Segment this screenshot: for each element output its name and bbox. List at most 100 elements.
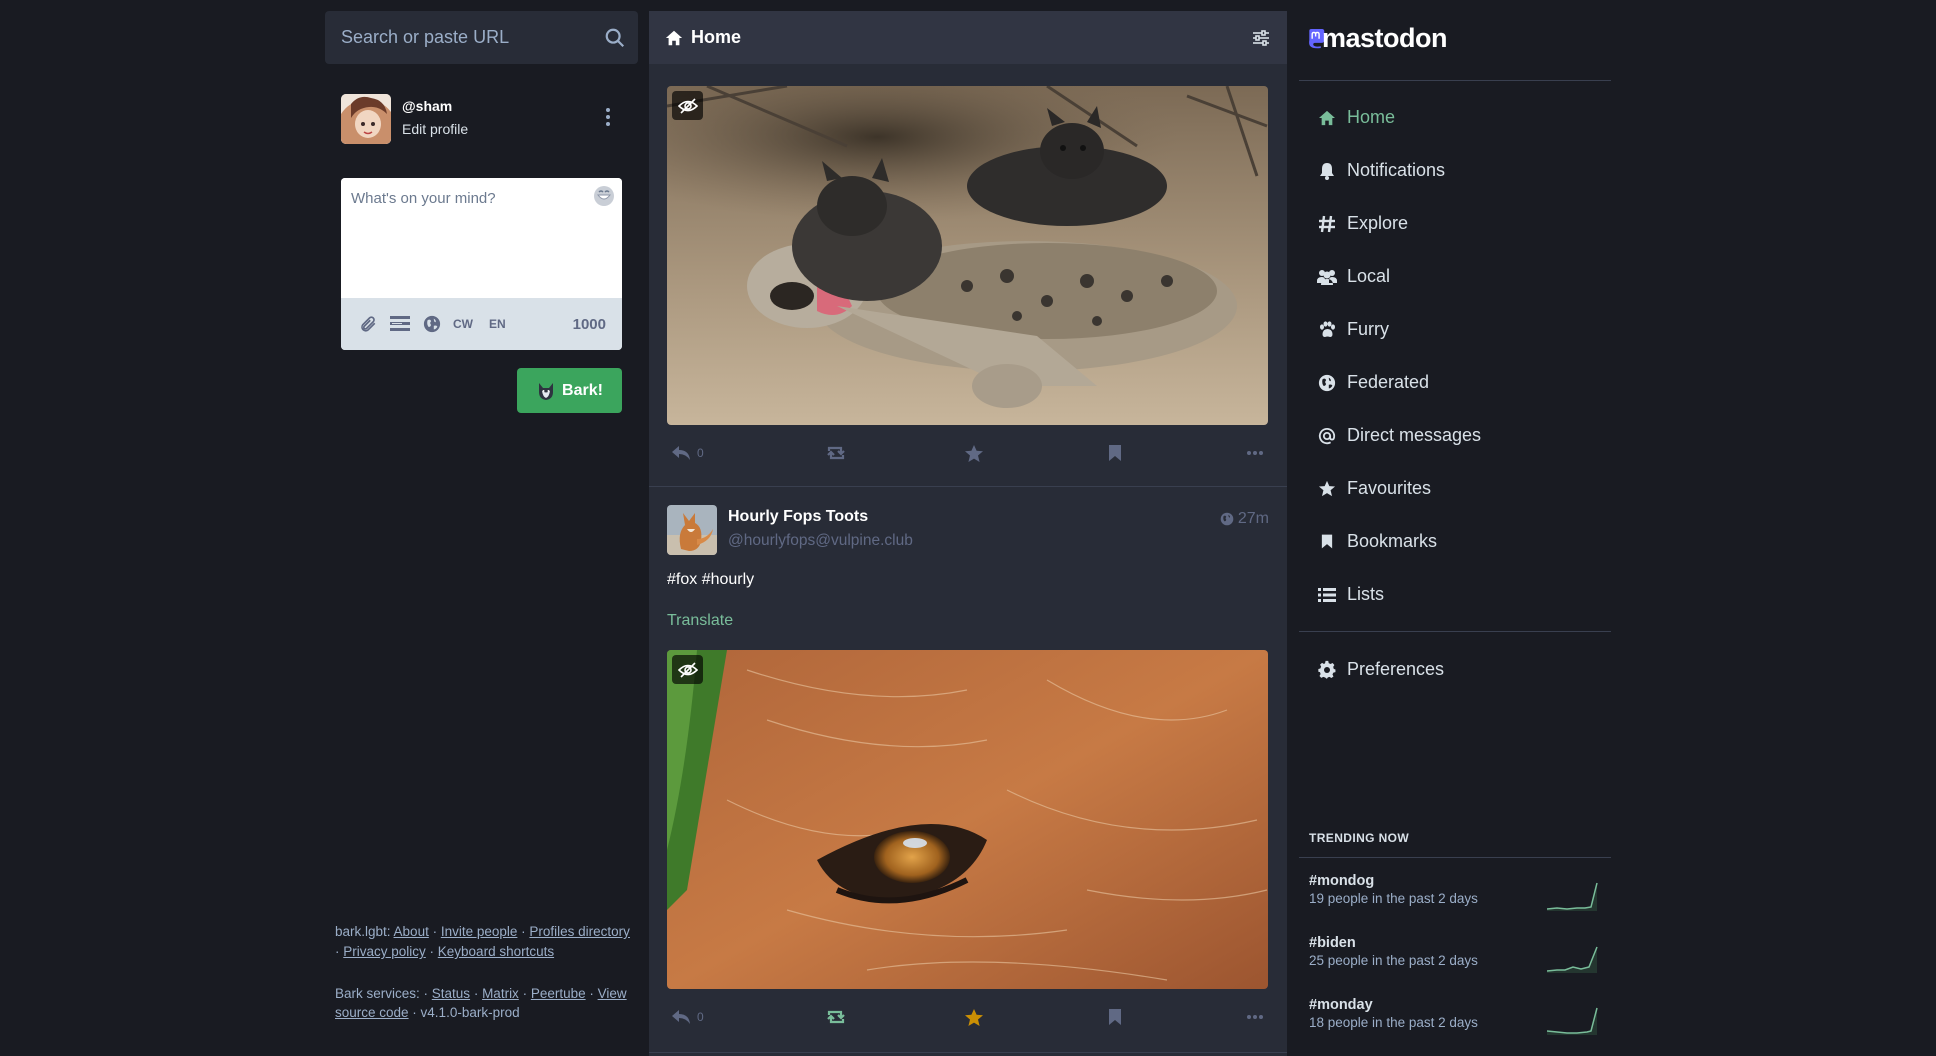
mastodon-logo[interactable]: mastodon	[1307, 20, 1448, 56]
bookmark-button[interactable]	[1108, 438, 1122, 468]
media-image-hyenas[interactable]	[667, 86, 1268, 425]
footer-invite-link[interactable]: Invite people	[441, 924, 518, 939]
nav-item-direct-messages[interactable]: Direct messages	[1299, 409, 1611, 462]
poll-icon[interactable]	[389, 313, 411, 335]
main-navigation: Home Notifications Explore Local Furry F…	[1299, 91, 1611, 621]
at-icon	[1317, 426, 1337, 446]
hashtag-icon	[1317, 214, 1337, 234]
reply-count: 0	[697, 446, 704, 460]
bell-icon	[1317, 161, 1337, 181]
hide-media-icon[interactable]	[672, 91, 703, 120]
trending-item[interactable]: #mondog 19 people in the past 2 days	[1309, 873, 1609, 923]
more-button[interactable]	[1246, 1002, 1264, 1032]
list-icon	[1317, 585, 1337, 605]
boost-button[interactable]	[825, 438, 847, 468]
nav-item-label: Home	[1347, 107, 1396, 127]
search-icon[interactable]	[604, 27, 626, 49]
paperclip-icon[interactable]	[357, 313, 379, 335]
star-icon	[1317, 479, 1337, 499]
bookmark-icon	[1317, 532, 1337, 552]
footer-services-label: Bark services	[335, 986, 417, 1001]
footer-links: bark.lgbt: About · Invite people · Profi…	[335, 924, 630, 959]
globe-icon	[1317, 373, 1337, 393]
profile-handle[interactable]: @sham	[402, 98, 452, 114]
reply-icon	[672, 446, 690, 460]
boost-icon	[827, 1010, 845, 1024]
footer-about-link[interactable]: About	[394, 924, 429, 939]
nav-item-furry[interactable]: Furry	[1299, 303, 1611, 356]
trending-item[interactable]: #monday 18 people in the past 2 days	[1309, 997, 1609, 1047]
footer-version: v4.1.0-bark-prod	[420, 1005, 520, 1020]
favourite-button[interactable]	[964, 1002, 984, 1032]
footer-keyboard-link[interactable]: Keyboard shortcuts	[438, 944, 554, 959]
boost-icon	[827, 446, 845, 460]
post-timestamp[interactable]: 27m	[1220, 510, 1269, 528]
hide-media-icon[interactable]	[672, 655, 703, 684]
column-settings-icon[interactable]	[1251, 28, 1271, 48]
footer-privacy-link[interactable]: Privacy policy	[343, 944, 426, 959]
nav-item-bookmarks[interactable]: Bookmarks	[1299, 515, 1611, 568]
search-input[interactable]	[325, 11, 638, 64]
brand-name: mastodon	[1321, 22, 1448, 53]
home-icon	[665, 30, 683, 45]
nav-item-preferences[interactable]: Preferences	[1299, 643, 1611, 696]
nav-item-lists[interactable]: Lists	[1299, 568, 1611, 621]
more-vertical-icon[interactable]	[602, 106, 614, 128]
star-icon	[965, 444, 983, 462]
nav-item-favourites[interactable]: Favourites	[1299, 462, 1611, 515]
paw-icon	[1317, 320, 1337, 340]
nav-item-label: Direct messages	[1347, 425, 1482, 445]
reply-button[interactable]: 0	[671, 438, 704, 468]
nav-item-label: Federated	[1347, 372, 1430, 392]
emoji-picker-icon[interactable]	[593, 185, 615, 207]
home-timeline[interactable]: 0 Hourly Fops Toots @hourlyfops@vulpine.…	[649, 64, 1287, 1056]
bookmark-icon	[1109, 445, 1121, 461]
globe-icon[interactable]	[421, 313, 443, 335]
post-divider	[649, 486, 1287, 487]
users-icon	[1317, 267, 1337, 287]
footer-status-link[interactable]: Status	[432, 986, 470, 1001]
search-box[interactable]	[325, 11, 638, 64]
nav-item-explore[interactable]: Explore	[1299, 197, 1611, 250]
trending-divider	[1299, 857, 1611, 858]
footer-site: bark.lgbt	[335, 924, 387, 939]
nav-item-home[interactable]: Home	[1299, 91, 1611, 144]
footer-services: Bark services: · Status · Matrix · Peert…	[335, 986, 627, 1020]
more-horizontal-icon	[1247, 1015, 1263, 1019]
favourite-button[interactable]	[964, 438, 984, 468]
nav-item-notifications[interactable]: Notifications	[1299, 144, 1611, 197]
compose-form: CW EN 1000	[341, 178, 622, 350]
media-image-fox[interactable]	[667, 650, 1268, 989]
nav-item-label: Explore	[1347, 213, 1409, 233]
footer-profiles-directory-link[interactable]: Profiles directory	[529, 924, 630, 939]
nav-item-label: Lists	[1347, 584, 1385, 604]
more-button[interactable]	[1246, 438, 1264, 468]
nav-item-label: Local	[1347, 266, 1391, 286]
nav-item-federated[interactable]: Federated	[1299, 356, 1611, 409]
nav-divider	[1299, 631, 1611, 632]
bookmark-button[interactable]	[1108, 1002, 1122, 1032]
post-author-avatar[interactable]	[667, 505, 717, 555]
home-icon	[1317, 108, 1337, 128]
nav-item-label: Notifications	[1347, 160, 1446, 180]
footer-matrix-link[interactable]: Matrix	[482, 986, 519, 1001]
more-horizontal-icon	[1247, 451, 1263, 455]
reply-icon	[672, 1010, 690, 1024]
nav-item-local[interactable]: Local	[1299, 250, 1611, 303]
publish-button[interactable]: Bark!	[517, 368, 622, 413]
translate-button[interactable]: Translate	[667, 612, 733, 630]
post-author-name[interactable]: Hourly Fops Toots	[728, 508, 868, 526]
language-selector[interactable]: EN	[489, 317, 506, 331]
edit-profile-link[interactable]: Edit profile	[402, 121, 468, 137]
globe-icon	[1220, 512, 1234, 526]
avatar[interactable]	[341, 94, 391, 144]
reply-button[interactable]: 0	[671, 1002, 704, 1032]
boost-button[interactable]	[825, 1002, 847, 1032]
sparkline	[1547, 882, 1598, 911]
trending-item[interactable]: #biden 25 people in the past 2 days	[1309, 935, 1609, 985]
footer-peertube-link[interactable]: Peertube	[531, 986, 586, 1001]
post-author-handle[interactable]: @hourlyfops@vulpine.club	[728, 532, 913, 550]
content-warning-toggle[interactable]: CW	[453, 317, 473, 331]
compose-textarea[interactable]	[341, 178, 622, 298]
column-header[interactable]: Home	[649, 11, 1287, 64]
